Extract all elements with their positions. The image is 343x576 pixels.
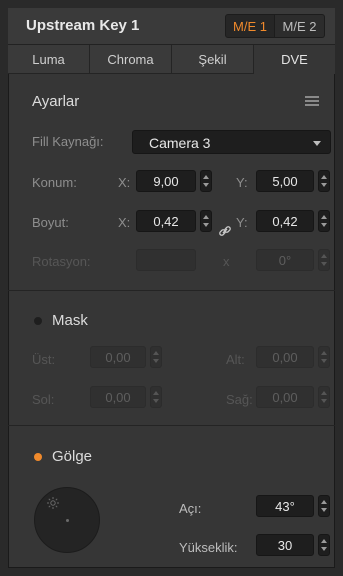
panel-title: Upstream Key 1 [26,17,140,34]
settings-title: Ayarlar [32,93,80,110]
chevron-down-icon [313,141,321,146]
me-selector: M/E 1 M/E 2 [225,14,325,38]
mask-toggle[interactable] [34,317,42,325]
position-y-label: Y: [236,175,248,190]
panel-content: Upstream Key 1 M/E 1 M/E 2 Luma Chroma Ş… [8,8,335,568]
size-x-stepper[interactable] [200,210,212,232]
height-field[interactable]: 30 [256,534,314,556]
size-label: Boyut: [32,215,69,230]
size-y-field[interactable]: 0,42 [256,210,314,232]
mask-left-field: 0,00 [90,386,146,408]
mask-left-stepper [150,386,162,408]
angle-stepper[interactable] [318,495,330,517]
rotation-field: 0° [256,249,314,271]
shadow-toggle[interactable] [34,453,42,461]
position-x-label: X: [118,175,131,190]
position-x-field[interactable]: 9,00 [136,170,196,192]
angle-label: Açı: [179,501,202,516]
mask-right-stepper [318,386,330,408]
rotation-label: Rotasyon: [32,254,91,269]
mask-title[interactable]: Mask [52,312,88,329]
panel-header: Upstream Key 1 M/E 1 M/E 2 [8,8,335,45]
tab-dve[interactable]: DVE [254,45,335,74]
mask-right-label: Sağ: [226,392,253,407]
mask-bottom-stepper [318,346,330,368]
position-x-stepper[interactable] [200,170,212,192]
divider [8,425,335,426]
me1-button[interactable]: M/E 1 [225,14,275,38]
position-label: Konum: [32,175,77,190]
mask-bottom-label: Alt: [226,352,245,367]
mask-top-field: 0,00 [90,346,146,368]
rotation-field-left [136,249,196,271]
fill-source-value: Camera 3 [149,135,211,151]
rotation-stepper [318,249,330,271]
mask-bottom-field: 0,00 [256,346,314,368]
tab-shape[interactable]: Şekil [172,45,254,74]
mask-left-label: Sol: [32,392,55,407]
fill-source-dropdown[interactable]: Camera 3 [132,130,331,154]
shadow-light-joystick[interactable] [34,487,100,553]
size-x-label: X: [118,215,131,230]
me2-button[interactable]: M/E 2 [275,14,325,38]
divider [8,290,335,291]
link-icon[interactable] [218,224,232,238]
tab-chroma[interactable]: Chroma [90,45,172,74]
height-label: Yükseklik: [179,540,238,555]
shadow-title[interactable]: Gölge [52,448,92,465]
mask-top-label: Üst: [32,352,56,367]
size-x-field[interactable]: 0,42 [136,210,196,232]
joystick-center [66,519,69,522]
angle-field[interactable]: 43° [256,495,314,517]
size-y-label: Y: [236,215,248,230]
rotation-x-label: x [223,254,230,269]
fill-source-label: Fill Kaynağı: [32,134,104,149]
key-type-tabs: Luma Chroma Şekil DVE [8,45,335,74]
sun-icon [47,497,59,509]
tab-luma[interactable]: Luma [8,45,90,74]
menu-icon[interactable] [305,96,319,106]
position-y-field[interactable]: 5,00 [256,170,314,192]
mask-top-stepper [150,346,162,368]
height-stepper[interactable] [318,534,330,556]
position-y-stepper[interactable] [318,170,330,192]
mask-right-field: 0,00 [256,386,314,408]
size-y-stepper[interactable] [318,210,330,232]
